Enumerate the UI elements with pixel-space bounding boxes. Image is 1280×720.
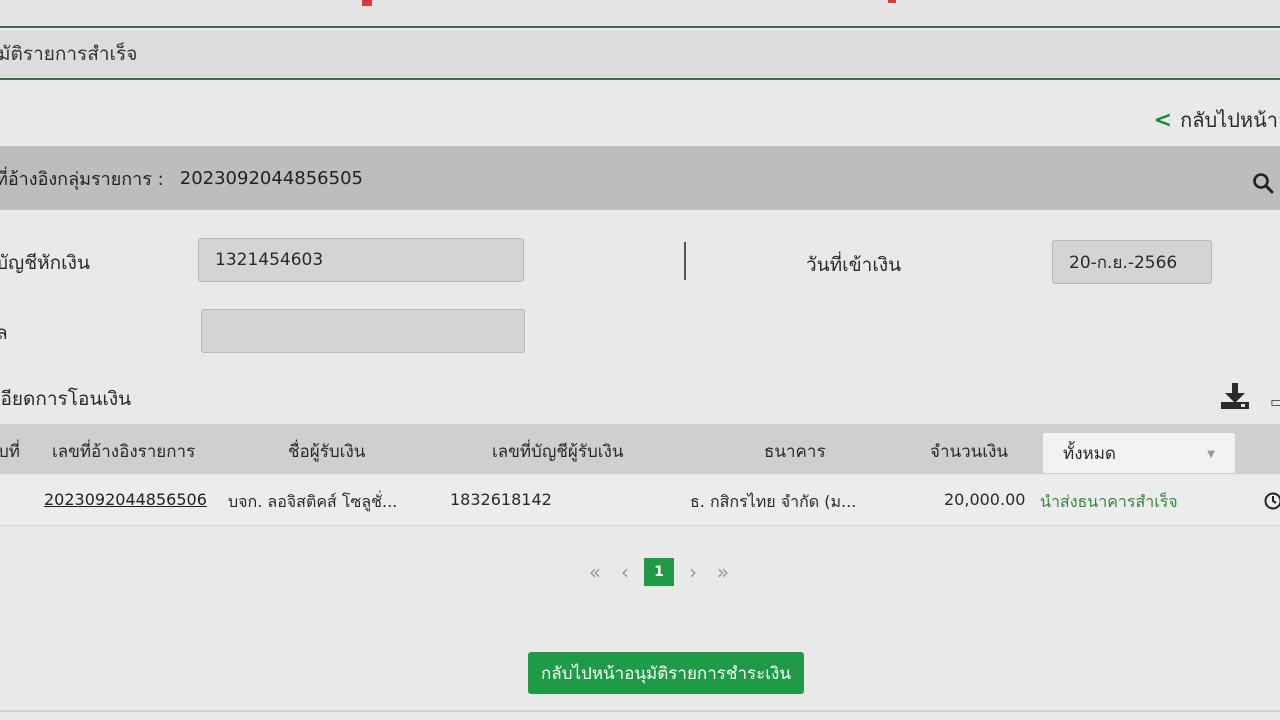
page-title: มัติรายการสำเร็จ xyxy=(0,43,138,65)
remark-field xyxy=(201,309,525,353)
page-next-button[interactable]: › xyxy=(678,560,708,584)
back-link-label: กลับไปหน้าอ xyxy=(1180,108,1280,132)
debit-account-field: 1321454603 xyxy=(198,238,524,282)
header-red-mark xyxy=(362,0,372,6)
clock-icon[interactable] xyxy=(1264,492,1280,514)
table-row: 2023092044856506 บจก. ลอจิสติคส์ โซลูชั่… xyxy=(0,476,1280,526)
header-payee: ชื่อผู้รับเงิน xyxy=(288,442,366,462)
row-ref-link[interactable]: 2023092044856506 xyxy=(44,490,207,509)
row-amount: 20,000.00 xyxy=(944,490,1026,509)
bottom-divider xyxy=(0,710,1280,712)
group-reference-value: 2023092044856505 xyxy=(179,167,363,189)
row-account: 1832618142 xyxy=(450,490,552,509)
page-first-button[interactable]: « xyxy=(580,560,610,584)
header-bank: ธนาคาร xyxy=(764,442,826,462)
caret-down-icon: ▼ xyxy=(1207,449,1215,460)
chevron-left-icon: < xyxy=(1153,107,1173,133)
page-current-button[interactable]: 1 xyxy=(644,558,674,586)
search-icon[interactable] xyxy=(1252,172,1274,198)
download-icon[interactable] xyxy=(1220,382,1250,414)
deposit-date-label: วันที่เข้าเงิน xyxy=(806,254,902,276)
group-reference-bar: ที่อ้างอิงกลุ่มรายการ : 2023092044856505 xyxy=(0,146,1280,210)
page-title-bar: มัติรายการสำเร็จ xyxy=(0,30,1280,80)
debit-account-label: บัญชีหักเงิน xyxy=(0,252,90,274)
page-last-button[interactable]: » xyxy=(708,560,738,584)
back-link[interactable]: < กลับไปหน้าอ xyxy=(1154,104,1280,136)
pagination: « ‹ 1 › » xyxy=(580,557,738,587)
top-header-strip xyxy=(0,0,1280,28)
row-status: นำส่งธนาคารสำเร็จ xyxy=(1040,492,1178,511)
header-account: เลขที่บัญชีผู้รับเงิน xyxy=(492,442,624,462)
row-payee: บจก. ลอจิสติคส์ โซลูชั่... xyxy=(228,492,398,511)
page-prev-button[interactable]: ‹ xyxy=(610,560,640,584)
group-reference-label: ที่อ้างอิงกลุ่มรายการ : xyxy=(0,168,164,190)
remark-label: ล xyxy=(0,322,8,344)
back-to-approval-button[interactable]: กลับไปหน้าอนุมัติรายการชำระเงิน xyxy=(528,652,804,694)
header-ref: เลขที่อ้างอิงรายการ xyxy=(52,442,196,462)
form-divider xyxy=(684,242,686,280)
status-filter-select[interactable]: ทั้งหมด ▼ xyxy=(1042,432,1236,474)
header-amount: จำนวนเงิน xyxy=(930,442,1009,462)
print-icon[interactable]: ▭ xyxy=(1270,392,1280,411)
status-filter-value: ทั้งหมด xyxy=(1063,443,1116,464)
deposit-date-field: 20-ก.ย.-2566 xyxy=(1052,240,1212,284)
row-bank: ธ. กสิกรไทย จำกัด (ม... xyxy=(690,492,857,511)
transfer-details-label: เอียดการโอนเงิน xyxy=(0,388,132,410)
header-no: บที่ xyxy=(0,442,20,462)
header-red-mark xyxy=(888,0,896,3)
